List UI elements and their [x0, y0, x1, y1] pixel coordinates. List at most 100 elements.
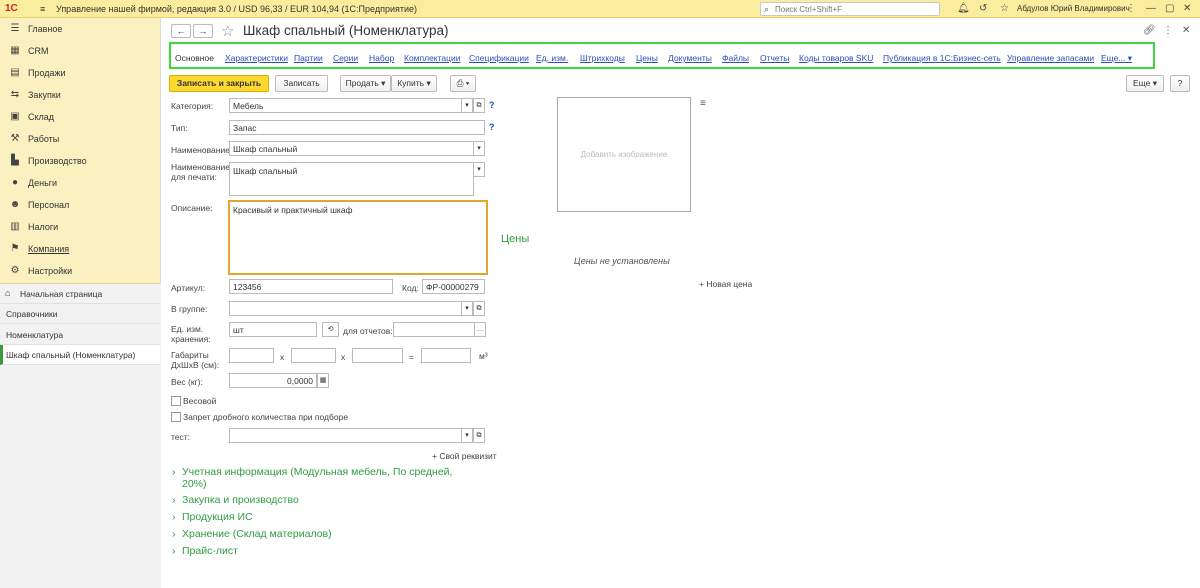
section-price-list[interactable]: › Прайс-лист: [172, 545, 238, 557]
nav-nomenclature[interactable]: Номенклатура: [0, 325, 160, 345]
nav-current-item[interactable]: Шкаф спальный (Номенклатура): [0, 345, 160, 365]
test-dropdown-button[interactable]: ▾: [461, 428, 473, 443]
minimize-icon[interactable]: —: [1146, 3, 1156, 14]
print-name-dropdown-button[interactable]: ▾: [473, 162, 485, 177]
tab-characteristics[interactable]: Характеристики: [225, 53, 288, 63]
tab-series[interactable]: Серии: [333, 53, 358, 63]
tab-sku-codes[interactable]: Коды товаров SKU: [799, 53, 873, 63]
group-dropdown-button[interactable]: ▾: [461, 301, 473, 316]
sidebar-item-works[interactable]: ⚒ Работы: [0, 129, 160, 151]
nav-home[interactable]: ⌂ Начальная страница: [0, 284, 160, 304]
custom-attribute-link[interactable]: + Свой реквизит: [432, 451, 497, 461]
window-menu-icon[interactable]: ⋮: [1126, 3, 1136, 14]
settings-icon: ⚙: [10, 265, 20, 276]
nav-directories[interactable]: Справочники: [0, 304, 160, 324]
length-field[interactable]: [229, 348, 274, 363]
category-field[interactable]: Мебель: [229, 98, 462, 113]
app-logo[interactable]: 1С: [5, 3, 18, 14]
section-is-products[interactable]: › Продукция ИС: [172, 511, 253, 523]
more-options-icon[interactable]: ⋮: [1163, 25, 1173, 36]
reports-unit-select-button[interactable]: …: [474, 322, 486, 337]
section-storage[interactable]: › Хранение (Склад материалов): [172, 528, 332, 540]
buy-button[interactable]: Купить ▾: [391, 75, 437, 92]
tab-stock-management[interactable]: Управление запасами: [1007, 53, 1094, 63]
sidebar-item-money[interactable]: ● Деньги: [0, 173, 160, 195]
name-dropdown-button[interactable]: ▾: [473, 141, 485, 156]
calculator-button[interactable]: ▦: [317, 373, 329, 388]
favorite-star-icon[interactable]: ☆: [221, 22, 234, 40]
fractional-ban-checkbox[interactable]: [171, 412, 181, 422]
unit-history-button[interactable]: ⟲: [322, 322, 339, 337]
tab-bundles[interactable]: Комплектации: [404, 53, 461, 63]
type-field[interactable]: Запас: [229, 120, 485, 135]
help-button[interactable]: ?: [1170, 75, 1190, 92]
height-field[interactable]: [352, 348, 403, 363]
maximize-icon[interactable]: ▢: [1165, 3, 1174, 14]
favorites-icon[interactable]: ☆: [1000, 3, 1009, 14]
sidebar-item-settings[interactable]: ⚙ Настройки: [0, 261, 160, 283]
notifications-icon[interactable]: 🔔︎: [957, 3, 970, 14]
tab-units[interactable]: Ед. изм.: [536, 53, 568, 63]
unit-field[interactable]: шт: [229, 322, 317, 337]
link-icon[interactable]: 🔗︎: [1143, 25, 1156, 36]
description-field[interactable]: Красивый и практичный шкаф: [228, 200, 488, 275]
more-button[interactable]: Еще ▾: [1126, 75, 1164, 92]
section-accounting-info[interactable]: › Учетная информация (Модульная мебель, П…: [172, 466, 452, 478]
global-search[interactable]: ⌕: [760, 2, 940, 16]
image-placeholder[interactable]: Добавить изображение: [557, 97, 691, 212]
volume-field[interactable]: [421, 348, 471, 363]
tab-batches[interactable]: Партии: [294, 53, 323, 63]
main-menu-icon[interactable]: ≡: [40, 4, 45, 14]
category-help-icon[interactable]: ?: [489, 100, 495, 110]
tab-reports[interactable]: Отчеты: [760, 53, 789, 63]
sidebar-item-staff[interactable]: ☻ Персонал: [0, 195, 160, 217]
sidebar-item-sales[interactable]: ▤ Продажи: [0, 63, 160, 85]
tab-set[interactable]: Набор: [369, 53, 394, 63]
history-icon[interactable]: ↺: [979, 3, 987, 14]
print-name-field[interactable]: Шкаф спальный: [229, 162, 474, 196]
width-field[interactable]: [291, 348, 336, 363]
image-menu-icon[interactable]: ≡: [700, 98, 706, 109]
sidebar-item-production[interactable]: ▙ Производство: [0, 151, 160, 173]
sidebar-item-main[interactable]: ☰ Главное: [0, 19, 160, 41]
tab-documents[interactable]: Документы: [668, 53, 712, 63]
test-open-button[interactable]: ⧉: [473, 428, 485, 443]
tab-specifications[interactable]: Спецификации: [469, 53, 529, 63]
reports-unit-field[interactable]: [393, 322, 475, 337]
sidebar-item-purchases[interactable]: ⇆ Закупки: [0, 85, 160, 107]
type-help-icon[interactable]: ?: [489, 122, 495, 132]
section-accounting-info-line2[interactable]: 20%): [182, 478, 207, 490]
tab-more[interactable]: Еще... ▾: [1101, 53, 1132, 64]
weight-field[interactable]: 0,0000: [229, 373, 317, 388]
sidebar-item-taxes[interactable]: ▥ Налоги: [0, 217, 160, 239]
back-button[interactable]: ←: [171, 24, 191, 38]
search-input[interactable]: [775, 4, 935, 15]
tab-main[interactable]: Основное: [175, 53, 214, 63]
category-dropdown-button[interactable]: ▾: [461, 98, 473, 113]
print-button[interactable]: ⎙ ▾: [450, 75, 476, 92]
sidebar-item-warehouse[interactable]: ▣ Склад: [0, 107, 160, 129]
tab-barcodes[interactable]: Штрихкоды: [580, 53, 625, 63]
group-open-button[interactable]: ⧉: [473, 301, 485, 316]
close-icon[interactable]: ✕: [1183, 3, 1191, 14]
weighted-checkbox[interactable]: [171, 396, 181, 406]
article-field[interactable]: 123456: [229, 279, 393, 294]
group-field[interactable]: [229, 301, 462, 316]
name-field[interactable]: Шкаф спальный: [229, 141, 474, 156]
code-field[interactable]: ФР-00000279: [422, 279, 485, 294]
save-and-close-button[interactable]: Записать и закрыть: [169, 75, 269, 92]
tab-files[interactable]: Файлы: [722, 53, 749, 63]
tab-prices[interactable]: Цены: [636, 53, 658, 63]
user-name[interactable]: Абдулов Юрий Владимирович: [1017, 4, 1130, 13]
category-open-button[interactable]: ⧉: [473, 98, 485, 113]
save-button[interactable]: Записать: [275, 75, 328, 92]
test-field[interactable]: [229, 428, 462, 443]
close-form-icon[interactable]: ✕: [1182, 25, 1190, 36]
tab-business-network[interactable]: Публикация в 1С:Бизнес-сеть: [883, 53, 1001, 63]
new-price-link[interactable]: + Новая цена: [699, 279, 752, 289]
forward-button[interactable]: →: [193, 24, 213, 38]
sell-button[interactable]: Продать ▾: [340, 75, 391, 92]
section-purchasing-production[interactable]: › Закупка и производство: [172, 494, 299, 506]
sidebar-item-company[interactable]: ⚑ Компания: [0, 239, 160, 261]
sidebar-item-crm[interactable]: ▦ CRM: [0, 41, 160, 63]
